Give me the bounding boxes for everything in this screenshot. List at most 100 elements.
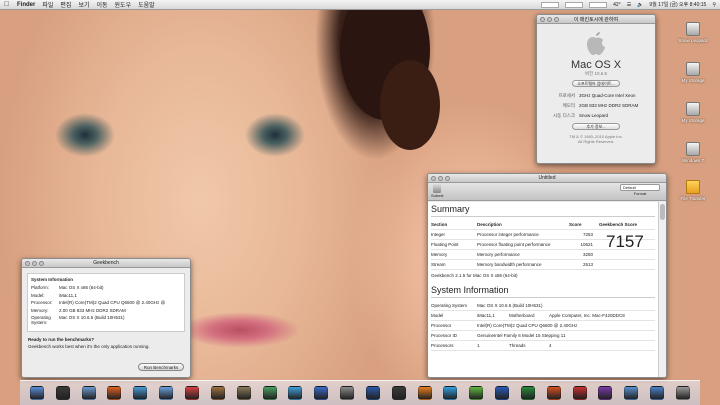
col-score: Score (569, 222, 582, 227)
desktop-icon-windows-7[interactable]: Windows 7 (673, 142, 713, 163)
table-row: Processor Intel(R) Core(TM)2 Quad CPU Q66… (431, 321, 655, 331)
folder-icon[interactable] (624, 386, 639, 400)
divider (431, 297, 655, 298)
zoom-button[interactable] (554, 16, 559, 22)
window-title: Untitled (538, 175, 556, 181)
table-row: Operating System Mac OS X 10.6.5 (Build 1… (431, 301, 655, 311)
menu-extras: 42° ☰ 🔈 9월 17일 (금) 오후 8:40:15 ⚲ (541, 1, 716, 8)
menubar-clock[interactable]: 9월 17일 (금) 오후 8:40:15 (649, 1, 706, 8)
vlc-icon[interactable] (417, 386, 432, 400)
zoom-button[interactable] (39, 260, 44, 266)
close-button[interactable] (25, 260, 30, 266)
memory-meter-icon[interactable] (565, 1, 584, 8)
info-row: Platform: Mac OS X x86 (64-bit) (31, 285, 104, 290)
menu-item[interactable]: 편집 (60, 0, 71, 9)
menu-item[interactable]: 보기 (78, 0, 89, 9)
xcode-icon[interactable] (365, 386, 380, 400)
spotlight-icon[interactable]: ⚲ (712, 2, 716, 8)
downloads-icon[interactable] (650, 386, 665, 400)
menu-app-name[interactable]: Finder (17, 2, 35, 8)
processor-value: 3GHz Quad-Core Intel Xeon (579, 93, 636, 98)
powerpoint-icon[interactable] (546, 386, 561, 400)
table-row: Processor ID GenuineIntel Family 6 Model … (431, 331, 655, 341)
photo-icon[interactable] (236, 386, 251, 400)
minimize-button[interactable] (438, 175, 443, 181)
summary-table: Section Description Score Geekbench Scor… (431, 220, 655, 280)
app-store-icon[interactable] (314, 386, 329, 400)
hard-drive-icon (686, 22, 700, 36)
startup-disk-value: Snow Leopard (579, 113, 609, 118)
format-label: Format (633, 191, 647, 196)
more-info-button[interactable]: 추가 정보... (572, 123, 620, 130)
address-book-icon[interactable] (210, 386, 225, 400)
dashboard-icon[interactable] (55, 386, 70, 400)
results-scrollbar[interactable] (658, 202, 666, 377)
terminal-icon[interactable] (391, 386, 406, 400)
firefox-icon[interactable] (107, 386, 122, 400)
col-description: Description (477, 222, 502, 227)
word-icon[interactable] (495, 386, 510, 400)
divider (431, 216, 655, 217)
menu-item[interactable]: 이동 (96, 0, 107, 9)
zoom-button[interactable] (445, 175, 450, 181)
format-select[interactable]: Default (620, 184, 660, 191)
network-meter-icon[interactable] (589, 1, 608, 8)
about-title-bar[interactable]: 이 매킨토시에 관하여 (537, 15, 655, 24)
memory-label: 메모리 (562, 103, 575, 108)
iphoto-icon[interactable] (288, 386, 303, 400)
minimize-button[interactable] (547, 16, 552, 22)
desktop-icon-my-storage-2[interactable]: My Storage (673, 102, 713, 123)
summary-heading: Summary (431, 204, 470, 214)
desktop-icon-snow-leopard[interactable]: Snow Leopard (673, 22, 713, 43)
menu-item[interactable]: 윈도우 (115, 0, 132, 9)
safari-icon[interactable] (133, 386, 148, 400)
window-title: Geekbench (93, 260, 119, 266)
apple-logo-icon (587, 32, 605, 55)
os-name: Mac OS X (570, 59, 622, 71)
volume-icon[interactable]: 🔈 (637, 2, 643, 8)
geekbench-results-window: Untitled Submit Default Format Summary S… (427, 173, 667, 378)
skype-icon[interactable] (443, 386, 458, 400)
results-content: Summary Section Description Score Geekbe… (428, 202, 658, 377)
info-row: Memory: 2.00 GB 833 MHz DDR2 SDRAM (31, 307, 126, 313)
format-control[interactable]: Default Format (620, 184, 660, 196)
col-geekbench-score: Geekbench Score (599, 222, 638, 227)
apple-menu-icon[interactable]:  (4, 1, 11, 8)
mail-icon[interactable] (81, 386, 96, 400)
scroll-thumb[interactable] (660, 204, 665, 220)
os-version: 버전 10.6.5 (584, 71, 608, 76)
desktop-icon-my-storage[interactable]: My Storage (673, 62, 713, 83)
adium-icon[interactable] (469, 386, 484, 400)
geekbench-title-bar[interactable]: Geekbench (22, 259, 190, 268)
geekbench-icon[interactable] (598, 386, 613, 400)
preview-icon[interactable] (262, 386, 277, 400)
results-toolbar: Submit Default Format (428, 183, 666, 201)
menu-item[interactable]: 도움말 (138, 0, 155, 9)
desktop-icon-file-transfer[interactable]: File Transfer (673, 180, 713, 201)
excel-icon[interactable] (520, 386, 535, 400)
run-benchmarks-button[interactable]: Run Benchmarks (138, 363, 184, 371)
temperature-readout[interactable]: 42° (613, 2, 621, 8)
system-info-box: System Information Platform: Mac OS X x86… (27, 273, 185, 332)
system-prefs-icon[interactable] (340, 386, 355, 400)
hard-drive-icon (686, 62, 700, 76)
hair-shape (380, 60, 440, 150)
close-button[interactable] (431, 175, 436, 181)
close-button[interactable] (540, 16, 545, 22)
wifi-icon[interactable]: ☰ (627, 2, 631, 8)
trash-icon[interactable] (676, 386, 691, 400)
info-row: Model: iMac11,1 (31, 292, 77, 298)
finder-icon[interactable] (29, 386, 44, 400)
processor-label: 프로세서 (558, 93, 575, 98)
software-update-button[interactable]: 소프트웨어 업데이트... (572, 80, 620, 87)
table-row: Processors 1 Threads 4 (431, 341, 655, 351)
results-title-bar[interactable]: Untitled (428, 174, 666, 183)
parallels-icon[interactable] (572, 386, 587, 400)
minimize-button[interactable] (32, 260, 37, 266)
submit-button[interactable]: Submit (431, 184, 443, 198)
itunes-icon[interactable] (159, 386, 174, 400)
menu-item[interactable]: 파일 (42, 0, 53, 9)
system-info-heading: System Information (31, 277, 74, 282)
ical-icon[interactable] (184, 386, 199, 400)
cpu-meter-icon[interactable] (541, 1, 560, 8)
